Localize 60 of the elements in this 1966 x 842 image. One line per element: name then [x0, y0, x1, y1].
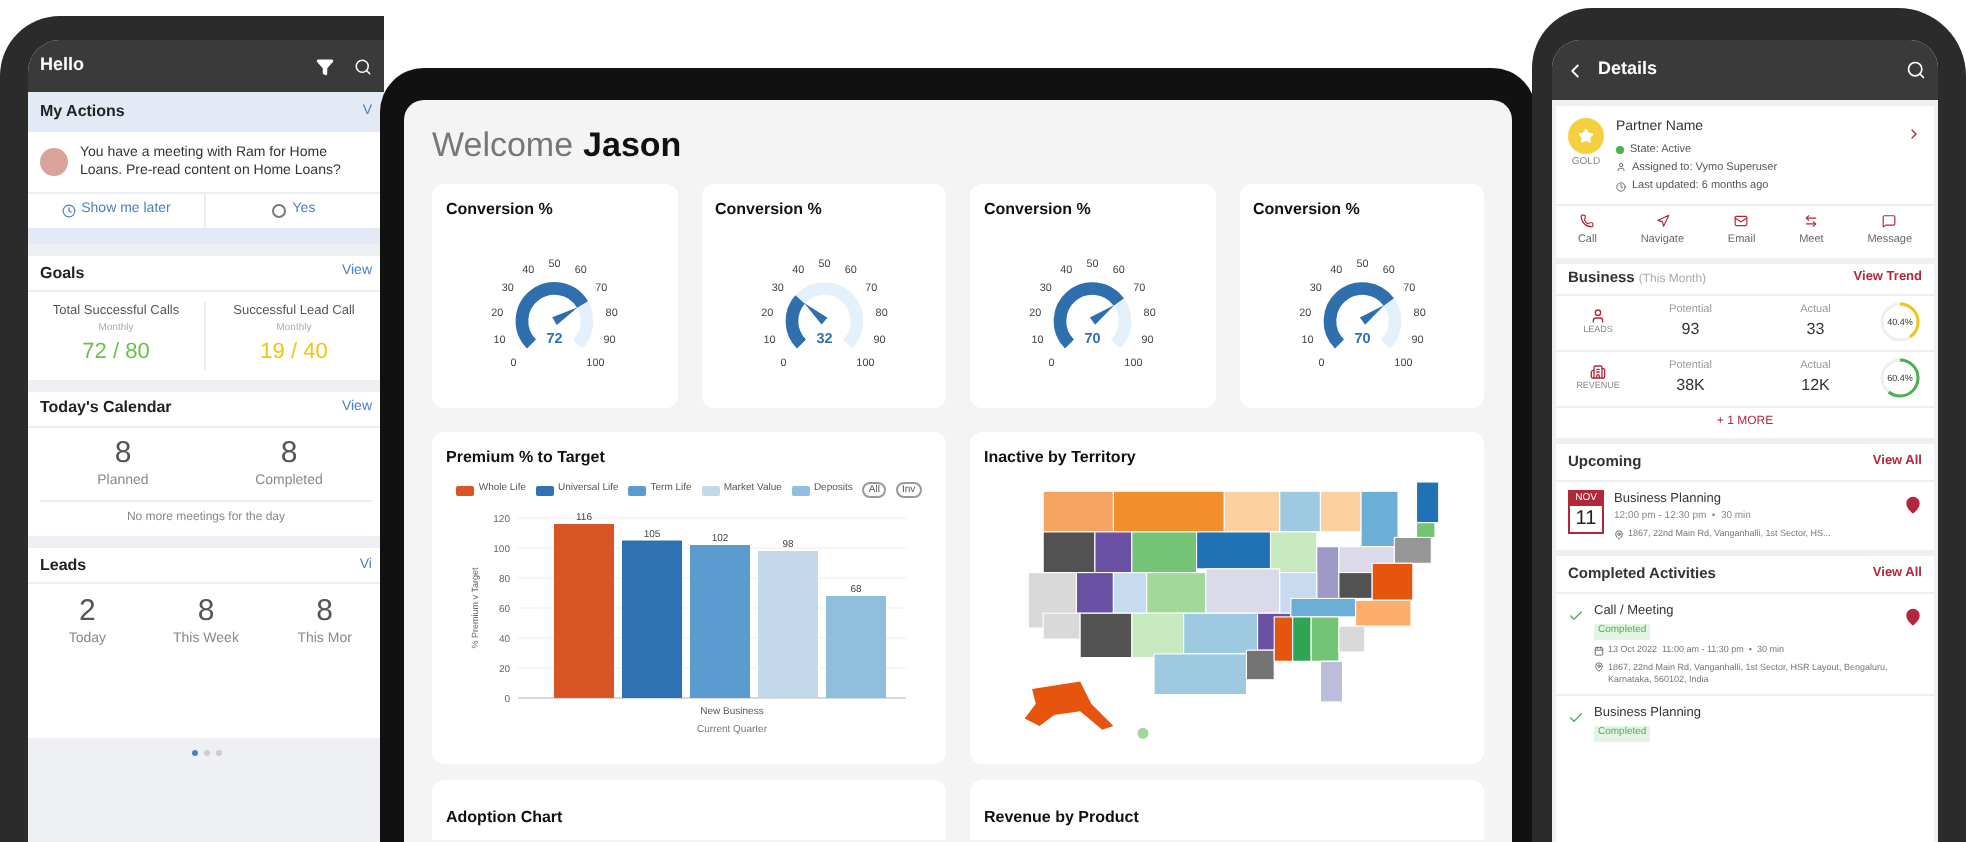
navigation-icon [1655, 214, 1670, 229]
header-title: Details [1598, 56, 1658, 83]
chevron-right-icon[interactable] [1906, 126, 1922, 142]
star-icon [1578, 128, 1594, 144]
stat-value: 8 [197, 594, 215, 631]
swap-icon [1804, 214, 1819, 229]
section-title: Goals [40, 261, 85, 285]
goal-value: 72 / 80 [82, 338, 150, 369]
mail-icon [1734, 214, 1749, 229]
gauge-value: 32 [815, 328, 832, 347]
location-icon [1614, 529, 1624, 540]
card-title: Conversion % [984, 198, 1093, 222]
check-icon [1568, 607, 1584, 623]
map-pin-icon[interactable] [1904, 607, 1922, 625]
avatar [40, 148, 68, 176]
map-pin-icon[interactable] [1904, 495, 1922, 513]
section-title: My Actions [40, 100, 125, 124]
check-icon [1568, 709, 1584, 725]
gauge-value: 70 [1084, 328, 1101, 347]
card-title: Inactive by Territory [984, 446, 1138, 470]
person-icon [1616, 162, 1626, 173]
gauge-dial [515, 282, 594, 349]
bar [825, 596, 885, 698]
calendar-icon [1594, 645, 1604, 656]
stat-value: 2 [78, 594, 96, 631]
clock-icon [61, 204, 76, 218]
goal-value: 19 / 40 [260, 338, 328, 369]
gauge-dial [784, 282, 863, 349]
card-title: Revenue by Product [984, 808, 1139, 826]
search-icon[interactable] [1906, 60, 1926, 80]
clock-icon [1616, 181, 1626, 192]
gauge-value: 70 [1353, 328, 1370, 347]
stat-value: 8 [280, 435, 298, 472]
stat-value: 8 [316, 594, 333, 631]
stat-value: 8 [114, 435, 132, 472]
card-title: Conversion % [1253, 198, 1362, 222]
card-title: Conversion % [715, 198, 824, 222]
user-name: Jason [583, 124, 682, 168]
card-title: Adoption Chart [446, 808, 563, 826]
gauge-dial [1322, 282, 1401, 349]
gauge-value: 72 [546, 328, 563, 347]
metric-value: 93 [1681, 318, 1700, 343]
phone-icon [1580, 214, 1595, 229]
section-title: Leads [40, 553, 87, 578]
search-icon[interactable] [354, 57, 372, 75]
person-icon [1590, 307, 1606, 324]
header-title: Hello [40, 52, 85, 79]
location-icon [1594, 661, 1604, 671]
welcome-text: Welcome [432, 124, 574, 168]
message-icon [1882, 214, 1897, 229]
metric-value: 33 [1806, 318, 1825, 343]
metric-value: 38K [1676, 374, 1705, 399]
gauge-dial [1053, 282, 1132, 349]
card-title: Conversion % [446, 198, 555, 222]
metric-value: 12K [1801, 374, 1830, 399]
section-title: Today's Calendar [40, 396, 172, 421]
building-icon [1590, 363, 1606, 380]
card-title: Premium % to Target [446, 446, 607, 470]
filter-icon[interactable] [316, 57, 334, 75]
date-day: 11 [1575, 506, 1597, 532]
